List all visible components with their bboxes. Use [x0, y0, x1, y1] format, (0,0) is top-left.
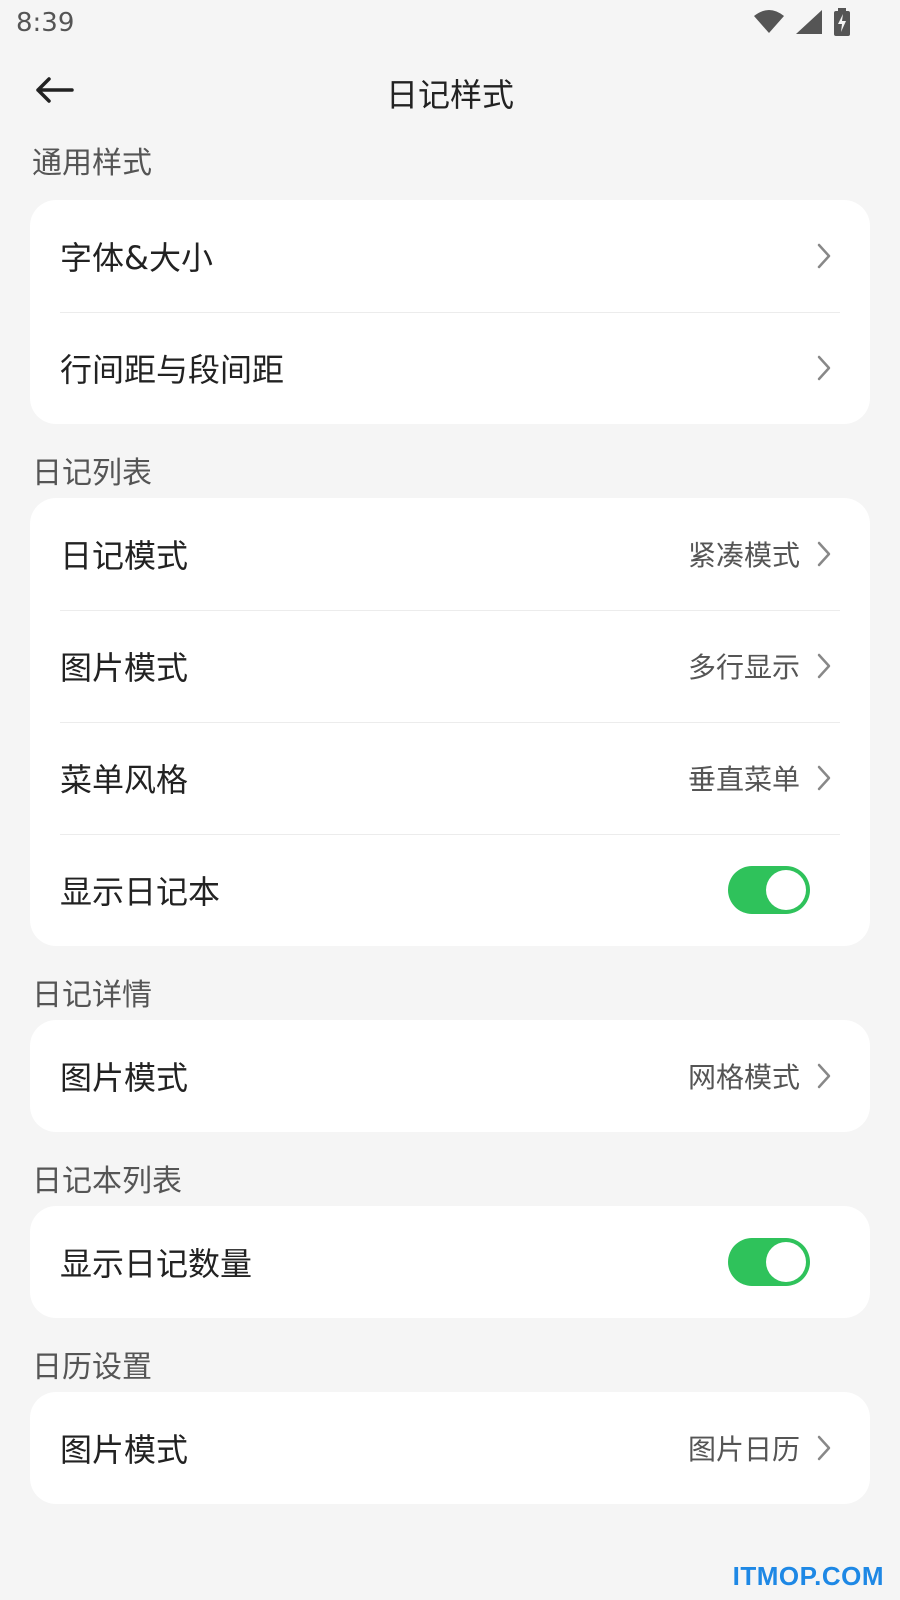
setting-row-spacing[interactable]: 行间距与段间距: [30, 312, 870, 424]
section-title-general: 通用样式: [32, 146, 152, 181]
row-label: 字体&大小: [60, 239, 213, 277]
section-title-notebook-list: 日记本列表: [32, 1164, 182, 1199]
setting-row-detail-image-mode[interactable]: 图片模式 网格模式: [30, 1020, 870, 1132]
toggle-knob: [766, 1242, 806, 1282]
row-label: 图片模式: [60, 649, 189, 687]
row-label: 行间距与段间距: [60, 351, 285, 389]
wifi-icon: [754, 10, 784, 38]
setting-row-font-size[interactable]: 字体&大小: [30, 200, 870, 312]
chevron-right-icon: [814, 1434, 834, 1462]
chevron-right-icon: [814, 652, 834, 680]
chevron-right-icon: [814, 540, 834, 568]
page-title: 日记样式: [385, 76, 514, 114]
setting-row-image-mode[interactable]: 图片模式 多行显示: [30, 610, 870, 722]
status-bar: 8:39: [0, 0, 900, 50]
setting-row-diary-mode[interactable]: 日记模式 紧凑模式: [30, 498, 870, 610]
toggle-knob: [766, 870, 806, 910]
show-notebook-toggle[interactable]: [728, 866, 810, 914]
row-value: 垂直菜单: [687, 763, 800, 796]
status-icons: [754, 8, 850, 40]
chevron-right-icon: [814, 354, 834, 382]
setting-row-menu-style[interactable]: 菜单风格 垂直菜单: [30, 722, 870, 834]
row-value: 网格模式: [687, 1061, 800, 1094]
card-general: 字体&大小 行间距与段间距: [30, 200, 870, 424]
row-label: 显示日记本: [60, 873, 221, 911]
section-title-diary-list: 日记列表: [32, 456, 152, 491]
row-label: 图片模式: [60, 1431, 189, 1469]
app-bar: 日记样式: [0, 60, 900, 124]
signal-icon: [796, 10, 822, 38]
setting-row-show-diary-count: 显示日记数量: [30, 1206, 870, 1318]
row-label: 日记模式: [60, 537, 189, 575]
row-value: 多行显示: [687, 651, 800, 684]
chevron-right-icon: [814, 1062, 834, 1090]
row-label: 菜单风格: [60, 761, 189, 799]
card-diary-list: 日记模式 紧凑模式 图片模式 多行显示 菜单风格 垂直菜单 显示日记本: [30, 498, 870, 946]
watermark: ITMOP.COM: [732, 1561, 884, 1591]
section-title-calendar: 日历设置: [32, 1350, 152, 1385]
setting-row-calendar-image-mode[interactable]: 图片模式 图片日历: [30, 1392, 870, 1504]
chevron-right-icon: [814, 242, 834, 270]
row-value: 图片日历: [687, 1433, 800, 1466]
show-diary-count-toggle[interactable]: [728, 1238, 810, 1286]
row-label: 显示日记数量: [60, 1245, 253, 1283]
setting-row-show-notebook: 显示日记本: [30, 834, 870, 946]
chevron-right-icon: [814, 764, 834, 792]
status-time: 8:39: [16, 8, 75, 38]
section-title-diary-detail: 日记详情: [32, 978, 152, 1013]
row-label: 图片模式: [60, 1059, 189, 1097]
row-value: 紧凑模式: [687, 539, 800, 572]
card-calendar: 图片模式 图片日历: [30, 1392, 870, 1504]
battery-charging-icon: [834, 8, 850, 40]
card-notebook-list: 显示日记数量: [30, 1206, 870, 1318]
card-diary-detail: 图片模式 网格模式: [30, 1020, 870, 1132]
